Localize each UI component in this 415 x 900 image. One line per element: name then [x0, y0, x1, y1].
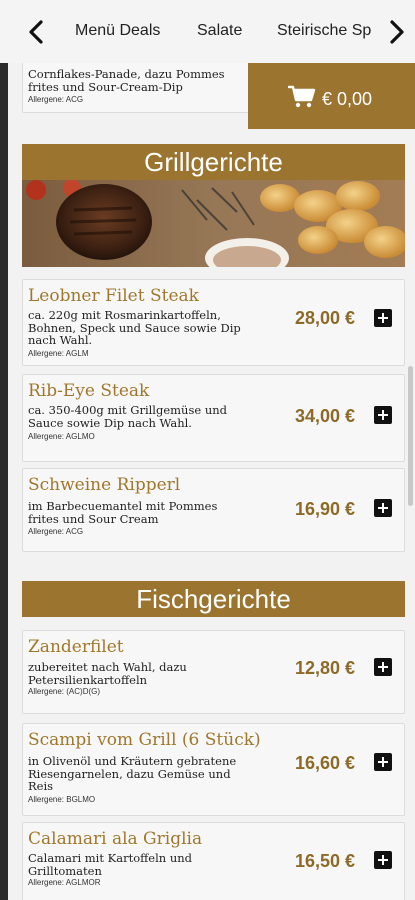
menu-item[interactable]: Schweine Ripperl im Barbecuemantel mit P…	[22, 468, 405, 552]
item-description: Calamari mit Kartoffeln und Grilltomaten	[28, 851, 193, 878]
scrollbar-thumb[interactable]	[408, 366, 413, 506]
item-price: 16,60 €	[295, 753, 356, 773]
section-header-grillgerichte: Grillgerichte	[22, 144, 405, 180]
menu-content: Cornflakes-Panade, dazu Pommes frites un…	[22, 53, 407, 900]
add-to-cart-button[interactable]	[374, 658, 392, 676]
cart-button[interactable]: € 0,00	[248, 63, 415, 129]
section-header-fischgerichte: Fischgerichte	[22, 581, 405, 617]
menu-item[interactable]: Leobner Filet Steak ca. 220g mit Rosmari…	[22, 279, 405, 366]
item-name: Calamari ala Griglia	[28, 829, 203, 849]
cart-total: € 0,00	[322, 89, 373, 109]
item-name: Zanderfilet	[28, 637, 124, 657]
grill-food-image	[22, 180, 405, 267]
scrollbar[interactable]	[407, 63, 415, 900]
item-allergens: Allergene: AGLM	[28, 349, 89, 358]
item-description: im Barbecuemantel mit Pommes frites und …	[28, 499, 218, 526]
category-tabs: Menü Deals Salate Steirische Spezialität…	[60, 0, 372, 63]
menu-item[interactable]: Zanderfilet zubereitet nach Wahl, dazu P…	[22, 630, 405, 714]
item-name: Rib-Eye Steak	[28, 381, 150, 401]
item-name: Schweine Ripperl	[28, 475, 181, 495]
menu-item[interactable]: Rib-Eye Steak ca. 350-400g mit Grillgemü…	[22, 374, 405, 462]
item-price: 16,50 €	[295, 851, 356, 871]
tab-salate[interactable]: Salate	[197, 22, 242, 40]
item-name: Leobner Filet Steak	[28, 286, 199, 306]
add-to-cart-button[interactable]	[374, 851, 392, 869]
add-to-cart-button[interactable]	[374, 753, 392, 771]
item-allergens: Allergene: AGLMOR	[28, 878, 101, 887]
add-to-cart-button[interactable]	[374, 309, 392, 327]
item-allergens: Allergene: AGLMO	[28, 432, 95, 441]
add-to-cart-button[interactable]	[374, 499, 392, 517]
item-description: ca. 350-400g mit Grillgemüse und Sauce s…	[28, 403, 228, 430]
menu-item[interactable]: Calamari ala Griglia Calamari mit Kartof…	[22, 822, 405, 900]
item-description: zubereitet nach Wahl, dazu Petersilienka…	[28, 660, 187, 687]
item-description: Cornflakes-Panade, dazu Pommes frites un…	[28, 67, 225, 94]
item-description: ca. 220g mit Rosmarinkartoffeln, Bohnen,…	[28, 308, 241, 347]
chevron-right-icon[interactable]	[381, 16, 411, 48]
category-nav: Menü Deals Salate Steirische Spezialität…	[0, 0, 415, 63]
chevron-left-icon[interactable]	[22, 16, 52, 48]
menu-item[interactable]: Scampi vom Grill (6 Stück) in Olivenöl u…	[22, 723, 405, 816]
left-edge-strip	[0, 63, 8, 900]
item-description: in Olivenöl und Kräutern gebratene Riese…	[28, 754, 237, 793]
shopping-cart-icon	[287, 85, 316, 114]
item-allergens: Allergene: BGLMO	[28, 795, 96, 804]
tab-menu-deals[interactable]: Menü Deals	[75, 22, 160, 40]
item-name: Scampi vom Grill (6 Stück)	[28, 730, 261, 750]
item-price: 34,00 €	[295, 406, 356, 426]
item-price: 12,80 €	[295, 658, 356, 678]
item-allergens: Allergene: ACG	[28, 95, 84, 104]
item-allergens: Allergene: ACG	[28, 527, 84, 536]
item-allergens: Allergene: (AC)D(G)	[28, 687, 101, 696]
add-to-cart-button[interactable]	[374, 406, 392, 424]
item-price: 28,00 €	[295, 308, 356, 328]
item-price: 16,90 €	[295, 499, 356, 519]
tab-steirische-spezialitaeten[interactable]: Steirische Spezialitäten	[277, 22, 372, 40]
